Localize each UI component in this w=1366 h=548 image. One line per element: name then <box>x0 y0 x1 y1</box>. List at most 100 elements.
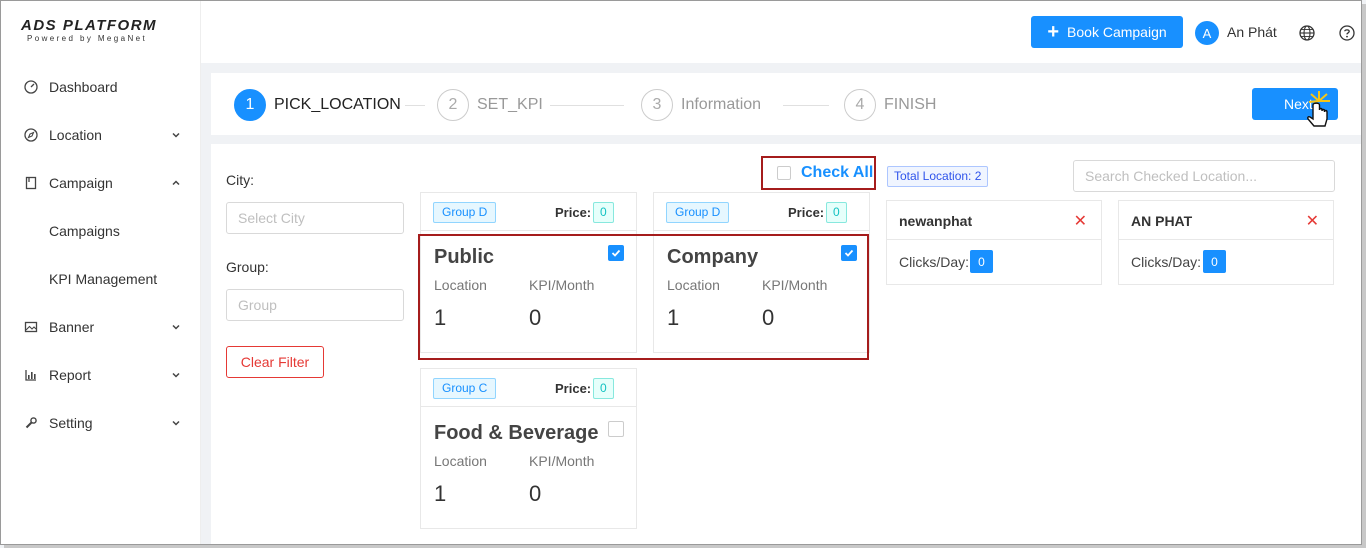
step-label: Information <box>681 96 762 113</box>
steps-bar: 1 PICK_LOCATION 2 SET_KPI 3 Information … <box>211 73 1361 135</box>
main-content: City: Group: Clear Filter Check All Grou… <box>211 144 1361 544</box>
bar-chart-icon <box>23 367 39 383</box>
check-all-label: Check All <box>801 164 874 181</box>
chevron-down-icon[interactable] <box>170 417 182 429</box>
location-group-card[interactable]: Group C Price: 0 Food & Beverage Locatio… <box>420 368 637 529</box>
app-window: ADS PLATFORM Powered by MegaNet Dashboar… <box>0 0 1362 545</box>
group-tag: Group D <box>666 202 730 223</box>
card-checkbox[interactable] <box>608 421 624 437</box>
remove-icon[interactable]: ✕ <box>1074 211 1087 231</box>
sidebar-item-label: Report <box>49 367 92 383</box>
clicks-per-day-label: Clicks/Day: <box>1131 254 1202 270</box>
sidebar: ADS PLATFORM Powered by MegaNet Dashboar… <box>1 1 201 544</box>
clicks-per-day-value[interactable]: 0 <box>1203 250 1226 273</box>
sidebar-item-label: Campaigns <box>49 223 120 239</box>
sidebar-item-dashboard[interactable]: Dashboard <box>1 63 200 111</box>
step-number: 1 <box>234 89 266 121</box>
location-label: Location <box>434 453 487 469</box>
logo[interactable]: ADS PLATFORM Powered by MegaNet <box>1 1 200 63</box>
wrench-icon <box>23 415 39 431</box>
avatar[interactable]: A <box>1195 21 1219 45</box>
picture-icon <box>23 319 39 335</box>
sidebar-item-label: Setting <box>49 415 93 431</box>
sidebar-item-setting[interactable]: Setting <box>1 399 200 447</box>
book-campaign-button[interactable]: + Book Campaign <box>1031 16 1183 48</box>
divider <box>1119 239 1333 240</box>
book-icon <box>23 175 39 191</box>
sidebar-item-label: Campaign <box>49 175 113 191</box>
price-value: 0 <box>826 202 847 223</box>
remove-icon[interactable]: ✕ <box>1306 211 1319 231</box>
sidebar-item-label: Location <box>49 127 102 143</box>
plus-icon: + <box>1047 21 1060 43</box>
hand-cursor-icon <box>1307 91 1330 127</box>
step-connector <box>783 105 829 106</box>
step-number: 2 <box>437 89 469 121</box>
total-location-tag: Total Location: 2 <box>887 166 989 187</box>
logo-subtitle: Powered by MegaNet <box>27 34 148 43</box>
clicks-per-day-label: Clicks/Day: <box>899 254 970 270</box>
sidebar-item-label: KPI Management <box>49 271 158 287</box>
sidebar-item-kpi-management[interactable]: KPI Management <box>1 255 200 303</box>
clicks-per-day-value[interactable]: 0 <box>970 250 993 273</box>
divider <box>887 239 1101 240</box>
compass-icon <box>23 127 39 143</box>
step-connector <box>550 105 624 106</box>
selected-location-card: AN PHAT ✕ Clicks/Day: 0 <box>1118 200 1334 285</box>
city-select[interactable] <box>226 202 404 234</box>
price-label: Price: <box>555 205 592 220</box>
price-value: 0 <box>593 202 614 223</box>
sidebar-item-campaign[interactable]: Campaign <box>1 159 200 207</box>
price-value: 0 <box>593 378 614 399</box>
step-finish: 4 FINISH <box>844 89 936 121</box>
chevron-up-icon[interactable] <box>170 177 182 189</box>
price-label: Price: <box>788 205 825 220</box>
logo-title: ADS PLATFORM <box>21 17 158 34</box>
chevron-down-icon[interactable] <box>170 129 182 141</box>
sidebar-item-location[interactable]: Location <box>1 111 200 159</box>
step-label: FINISH <box>884 96 937 113</box>
check-all-checkbox[interactable]: Check All <box>761 156 876 190</box>
step-pick-location: 1 PICK_LOCATION <box>234 89 401 121</box>
chevron-down-icon[interactable] <box>170 321 182 333</box>
top-header: + Book Campaign A An Phát <box>201 1 1361 63</box>
kpi-label: KPI/Month <box>529 453 595 469</box>
selected-location-name: newanphat <box>899 213 973 229</box>
card-title: Food & Beverage <box>434 422 599 444</box>
kpi-value: 0 <box>529 481 542 506</box>
sidebar-item-report[interactable]: Report <box>1 351 200 399</box>
username[interactable]: An Phát <box>1227 24 1277 40</box>
sidebar-item-label: Dashboard <box>49 79 118 95</box>
globe-icon[interactable] <box>1298 24 1316 42</box>
step-information: 3 Information <box>641 89 761 121</box>
step-set-kpi: 2 SET_KPI <box>437 89 543 121</box>
card-header: Group C Price: 0 <box>421 369 636 407</box>
clear-filter-button[interactable]: Clear Filter <box>226 346 324 378</box>
sidebar-item-campaigns[interactable]: Campaigns <box>1 207 200 255</box>
sidebar-item-banner[interactable]: Banner <box>1 303 200 351</box>
group-tag: Group C <box>433 378 497 399</box>
book-campaign-label: Book Campaign <box>1067 24 1167 40</box>
city-label: City: <box>226 172 254 188</box>
sidebar-item-label: Banner <box>49 319 95 335</box>
card-header: Group D Price: 0 <box>654 193 869 231</box>
group-label: Group: <box>226 259 269 275</box>
checkbox-box[interactable] <box>777 166 791 180</box>
dashboard-icon <box>23 79 39 95</box>
group-tag: Group D <box>433 202 497 223</box>
step-number: 4 <box>844 89 876 121</box>
search-checked-location-input[interactable] <box>1073 160 1335 192</box>
help-icon[interactable] <box>1338 24 1356 42</box>
location-count: 1 <box>434 481 447 506</box>
group-select[interactable] <box>226 289 404 321</box>
chevron-down-icon[interactable] <box>170 369 182 381</box>
highlight-annotation <box>418 234 869 360</box>
step-connector <box>405 105 425 106</box>
step-number: 3 <box>641 89 673 121</box>
sidebar-menu: Dashboard Location Campaign Campaigns KP… <box>1 63 200 447</box>
price-label: Price: <box>555 381 592 396</box>
selected-location-card: newanphat ✕ Clicks/Day: 0 <box>886 200 1102 285</box>
step-label: PICK_LOCATION <box>274 96 401 113</box>
selected-location-name: AN PHAT <box>1131 213 1193 229</box>
card-header: Group D Price: 0 <box>421 193 636 231</box>
